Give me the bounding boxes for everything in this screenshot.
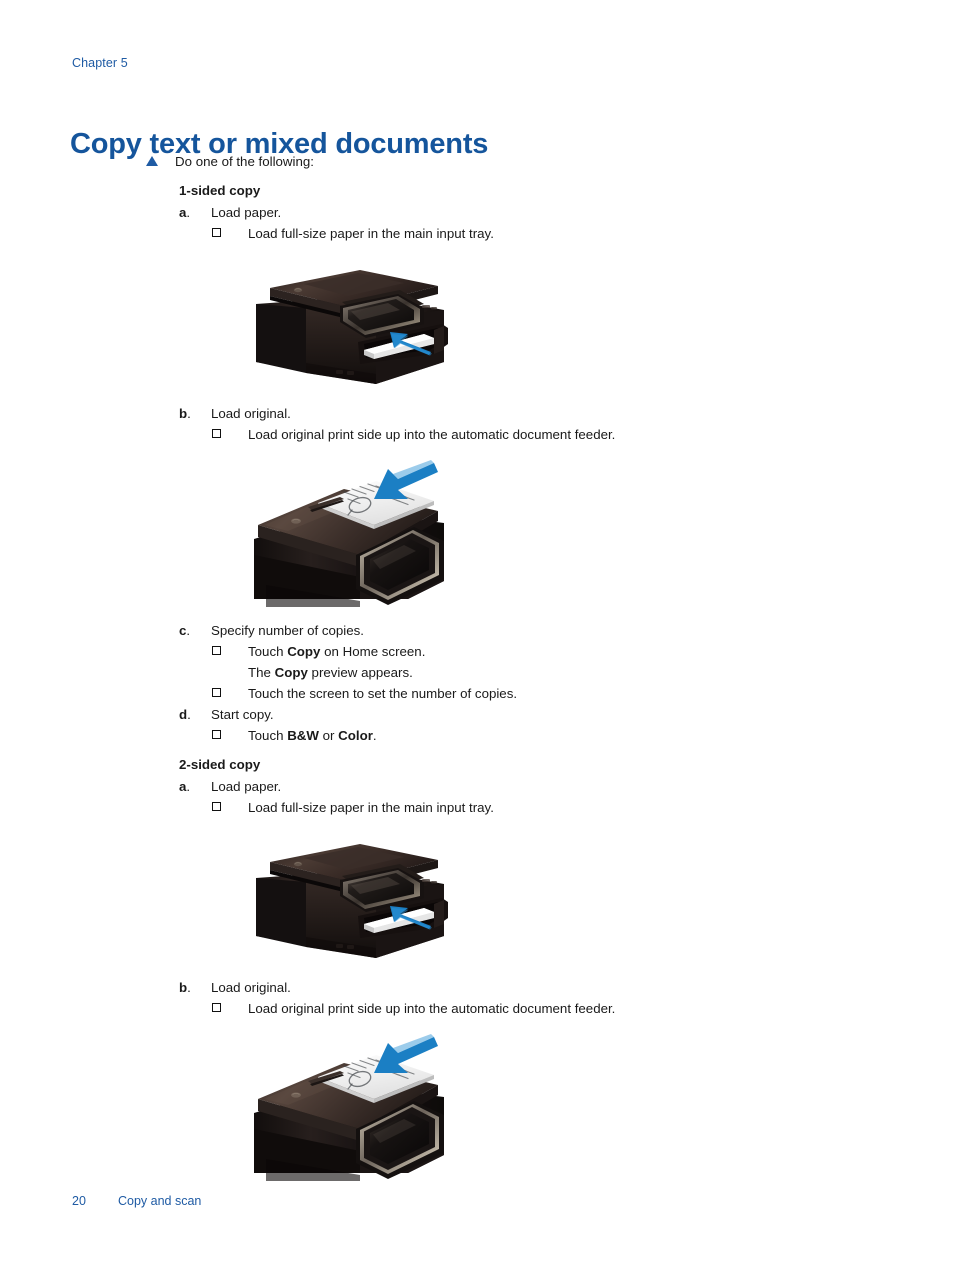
step-marker-1c: c. [179, 623, 191, 638]
checkbox-bullet-icon [212, 802, 221, 811]
step-2a: a. Load paper. [0, 777, 954, 797]
bullet-text-prefix: Touch [248, 728, 288, 743]
step-marker-1d: d. [179, 707, 191, 722]
step-1c-bullet-2: Touch the screen to set the number of co… [0, 684, 954, 704]
figure-printer-input-tray-2 [0, 832, 954, 964]
bullet-text: Touch the screen to set the number of co… [248, 686, 518, 701]
bullet-text-mid: or [318, 728, 339, 743]
bullet-text-prefix: Touch [248, 644, 288, 659]
step-marker-2b: b. [179, 980, 191, 995]
bullet-text: Load original print side up into the aut… [248, 427, 616, 442]
step-text-1c: Specify number of copies. [211, 623, 364, 638]
step-1b-bullet-1: Load original print side up into the aut… [0, 425, 954, 445]
bullet-text-bold: Copy [287, 644, 321, 659]
triangle-bullet-icon [146, 156, 158, 166]
bullet-text-suffix: . [372, 728, 377, 743]
checkbox-bullet-icon [212, 730, 221, 739]
checkbox-bullet-icon [212, 646, 221, 655]
step-text-1a: Load paper. [211, 205, 282, 220]
step-1c-bullet-1: Touch Copy on Home screen. [0, 642, 954, 662]
step-1b: b. Load original. [0, 404, 954, 424]
step-1a: a. Load paper. [0, 203, 954, 223]
step-marker-1a: a. [179, 205, 191, 220]
page-number: 20 [72, 1194, 86, 1208]
step-1a-bullet-1: Load full-size paper in the main input t… [0, 224, 954, 244]
step-1d: d. Start copy. [0, 705, 954, 725]
step-marker-2a: a. [179, 779, 191, 794]
page-footer: 20 Copy and scan [72, 1194, 201, 1208]
figure-printer-document-feeder-1 [0, 459, 954, 607]
bullet-text-bold-color: Color [338, 728, 373, 743]
step-text-2a: Load paper. [211, 779, 282, 794]
intro-step: Do one of the following: [0, 152, 954, 172]
bullet-text: Load full-size paper in the main input t… [248, 800, 494, 815]
step-text-2b: Load original. [211, 980, 291, 995]
printer-document-feeder-illustration [254, 1034, 444, 1181]
step-text-1d: Start copy. [211, 707, 274, 722]
bullet-text: Load full-size paper in the main input t… [248, 226, 494, 241]
printer-input-tray-illustration [256, 270, 448, 384]
printer-document-feeder-illustration [254, 460, 444, 607]
checkbox-bullet-icon [212, 228, 221, 237]
step-1c-continuation: The Copy preview appears. [0, 663, 954, 683]
printer-input-tray-illustration [256, 844, 448, 958]
intro-text: Do one of the following: [175, 154, 314, 169]
step-2b-bullet-1: Load original print side up into the aut… [0, 999, 954, 1019]
figure-printer-input-tray-1 [0, 258, 954, 390]
step-2a-bullet-1: Load full-size paper in the main input t… [0, 798, 954, 818]
bullet-text: Load original print side up into the aut… [248, 1001, 616, 1016]
section-heading-2-sided: 2-sided copy [179, 757, 261, 772]
checkbox-bullet-icon [212, 1003, 221, 1012]
step-marker-1b: b. [179, 406, 191, 421]
continuation-bold: Copy [274, 665, 308, 680]
step-2b: b. Load original. [0, 978, 954, 998]
bullet-text-bold-bw: B&W [287, 728, 319, 743]
checkbox-bullet-icon [212, 429, 221, 438]
step-1c: c. Specify number of copies. [0, 621, 954, 641]
continuation-prefix: The [248, 665, 275, 680]
section-heading-1-sided: 1-sided copy [179, 183, 261, 198]
continuation-suffix: preview appears. [307, 665, 413, 680]
bullet-text-suffix: on Home screen. [320, 644, 426, 659]
document-page: Chapter 5 Copy text or mixed documents D… [0, 0, 954, 1270]
figure-printer-document-feeder-2 [0, 1033, 954, 1181]
chapter-header: Chapter 5 [72, 56, 128, 70]
step-1d-bullet-1: Touch B&W or Color. [0, 726, 954, 746]
body-content: Do one of the following: 1-sided copy a.… [0, 152, 954, 1195]
checkbox-bullet-icon [212, 688, 221, 697]
footer-section-label: Copy and scan [118, 1194, 202, 1208]
step-text-1b: Load original. [211, 406, 291, 421]
